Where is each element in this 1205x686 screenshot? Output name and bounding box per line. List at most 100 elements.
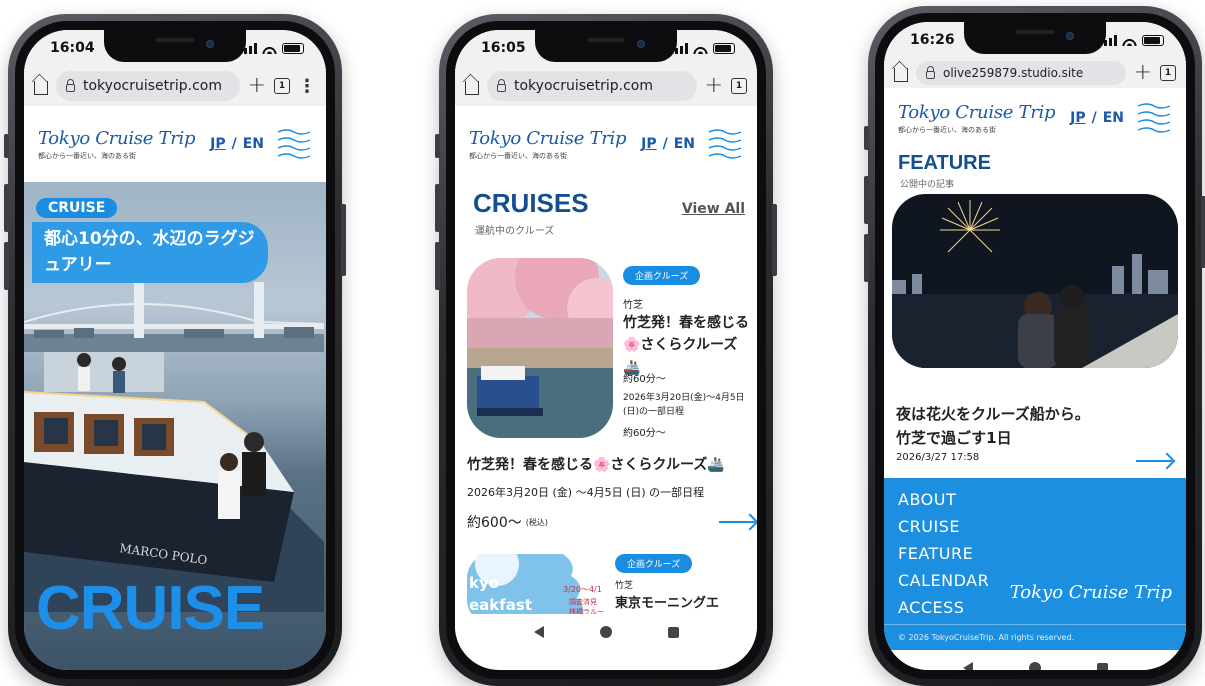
footer-link-cruise[interactable]: CRUISE [884,513,1186,540]
copyright-text: © 2026 TokyoCruiseTrip. All rights reser… [884,624,1186,642]
home-circle-icon[interactable] [599,626,612,638]
featured-tax-note: (税込) [525,517,548,527]
hero-big-word: CRUISE [36,574,265,643]
cruise-tag-badge: 企画クルーズ [623,266,701,285]
cruise-duration: 約60分〜 [623,374,666,385]
home-icon[interactable] [34,81,48,95]
arrow-right-icon[interactable] [1136,454,1174,468]
section-subtitle: 公開中の記事 [900,180,955,190]
site-logo[interactable]: Tokyo Cruise Trip 都心から一番近い、海のある街 [38,128,196,161]
card-image-text: 調査済見 [569,597,597,606]
footer-link-about[interactable]: ABOUT [884,486,1186,513]
url-text: olive259879.studio.site [943,66,1084,80]
section-title: FEATURE [898,152,991,174]
card-image-text: eakfast [469,596,532,614]
battery-icon [1142,34,1164,46]
site-header: Tokyo Cruise Trip 都心から一番近い、海のある街 JP / EN [884,88,1186,148]
browser-toolbar: olive259879.studio.site + 1 [884,58,1186,88]
tabs-count-icon[interactable]: 1 [731,78,747,94]
tabs-count-icon[interactable]: 1 [1160,65,1176,81]
wifi-icon [262,42,277,54]
site-logo[interactable]: Tokyo Cruise Trip 都心から一番近い、海のある街 [469,128,627,161]
more-menu-icon[interactable]: ⋮ [298,76,316,97]
new-tab-icon[interactable]: + [248,75,266,97]
browser-toolbar: tokyocruisetrip.com + 1 ⋮ [24,66,326,106]
android-nav-bar [455,614,757,650]
new-tab-icon[interactable]: + [705,75,723,97]
browser-toolbar: tokyocruisetrip.com + 1 [455,66,757,106]
tabs-count-icon[interactable]: 1 [274,78,290,94]
recents-icon[interactable] [1096,662,1108,670]
cruise-tag-badge: 企画クルーズ [615,554,693,573]
address-bar[interactable]: olive259879.studio.site [916,61,1126,85]
wifi-icon [693,42,708,54]
site-logo[interactable]: Tokyo Cruise Trip 都心から一番近い、海のある街 [898,102,1056,135]
featured-price: 約600〜 [467,515,522,531]
menu-waves-icon[interactable] [707,127,743,161]
lang-jp-link[interactable]: JP [641,136,656,152]
phone-3: 16:26 olive259879.studio.site + 1 Tokyo … [864,6,1205,686]
stage: 16:04 tokyocruisetrip.com + 1 ⋮ Tokyo Cr… [0,0,1205,686]
lang-jp-link[interactable]: JP [210,136,225,152]
lock-icon [926,66,935,79]
rainbow-bridge-illustration [24,282,324,352]
back-icon[interactable] [962,662,973,670]
menu-waves-icon[interactable] [276,127,312,161]
cruise-card-image [467,258,613,438]
card-image-text: kyo [469,574,499,592]
cruise-dates: 2026年3月20日(金)〜4月5日(日)の一部日程 [623,393,745,417]
featured-cruise[interactable]: 竹芝発！春を感じる🌸さくらクルーズ🚢 2026年3月20日 (金) 〜4月5日 … [467,454,757,532]
address-bar[interactable]: tokyocruisetrip.com [487,71,697,101]
featured-dates: 2026年3月20日 (金) 〜4月5日 (日) の一部日程 [467,486,705,499]
recents-icon[interactable] [667,626,679,638]
footer-link-feature[interactable]: FEATURE [884,540,1186,567]
home-icon[interactable] [465,81,479,95]
lock-icon [66,79,75,92]
status-time: 16:04 [50,40,95,56]
wifi-icon [1122,34,1137,46]
lang-en-link[interactable]: EN [674,136,695,152]
home-icon[interactable] [894,68,908,82]
cruise-area: 竹芝 [615,581,634,591]
cruise-card[interactable]: 企画クルーズ 竹芝 竹芝発！春を感じる🌸さくらクルーズ🚢 約60分〜 2026年… [467,258,757,439]
screen: 16:26 olive259879.studio.site + 1 Tokyo … [884,22,1186,670]
site-header: Tokyo Cruise Trip 都心から一番近い、海のある街 JP / EN [24,106,326,182]
home-circle-icon[interactable] [1028,662,1041,670]
screen: 16:05 tokyocruisetrip.com + 1 Tokyo Crui… [455,30,757,670]
android-nav-bar [884,650,1186,670]
language-switch: JP / EN [641,136,695,152]
lang-en-link[interactable]: EN [1103,110,1124,126]
lang-en-link[interactable]: EN [243,136,264,152]
language-switch: JP / EN [1070,110,1124,126]
url-text: tokyocruisetrip.com [514,78,654,94]
language-switch: JP / EN [210,136,264,152]
status-time: 16:26 [910,32,955,48]
hero-catchphrase: 都心10分の、水辺のラグジュアリー [32,222,268,283]
cruise-title: 東京モーニングエ [615,596,720,611]
article-image-fireworks[interactable] [892,194,1178,368]
footer-logo[interactable]: Tokyo Cruise Trip [1010,582,1172,603]
status-time: 16:05 [481,40,526,56]
battery-icon [282,42,304,54]
site-header: Tokyo Cruise Trip 都心から一番近い、海のある街 JP / EN [455,106,757,182]
url-text: tokyocruisetrip.com [83,78,223,94]
address-bar[interactable]: tokyocruisetrip.com [56,71,240,101]
menu-waves-icon[interactable] [1136,101,1172,135]
footer-menu: ABOUT CRUISE FEATURE CALENDAR ACCESS Tok… [884,478,1186,654]
article-datetime: 2026/3/27 17:58 [896,452,980,463]
hero-image: MARCO POLO CRUISE 都心10分の、水辺のラグジュアリー CRUI… [24,182,326,670]
card-image-dates: 3/20〜4/1 [563,585,602,594]
view-all-link[interactable]: View All [682,201,745,217]
featured-title: 竹芝発！春を感じる🌸さくらクルーズ🚢 [467,457,725,473]
screen: 16:04 tokyocruisetrip.com + 1 ⋮ Tokyo Cr… [24,30,326,670]
section-subtitle: 運航中のクルーズ [475,226,555,237]
cruise-area: 竹芝 [623,300,643,311]
new-tab-icon[interactable]: + [1134,62,1152,84]
article-title[interactable]: 夜は花火をクルーズ船から。 竹芝で過ごす1日 [896,402,1090,450]
arrow-right-icon[interactable] [719,515,757,529]
lang-jp-link[interactable]: JP [1070,110,1085,126]
back-icon[interactable] [533,626,544,638]
phone-1: 16:04 tokyocruisetrip.com + 1 ⋮ Tokyo Cr… [4,14,346,686]
cruise-duration-secondary: 約60分〜 [623,428,666,439]
phone-2: 16:05 tokyocruisetrip.com + 1 Tokyo Crui… [435,14,777,686]
